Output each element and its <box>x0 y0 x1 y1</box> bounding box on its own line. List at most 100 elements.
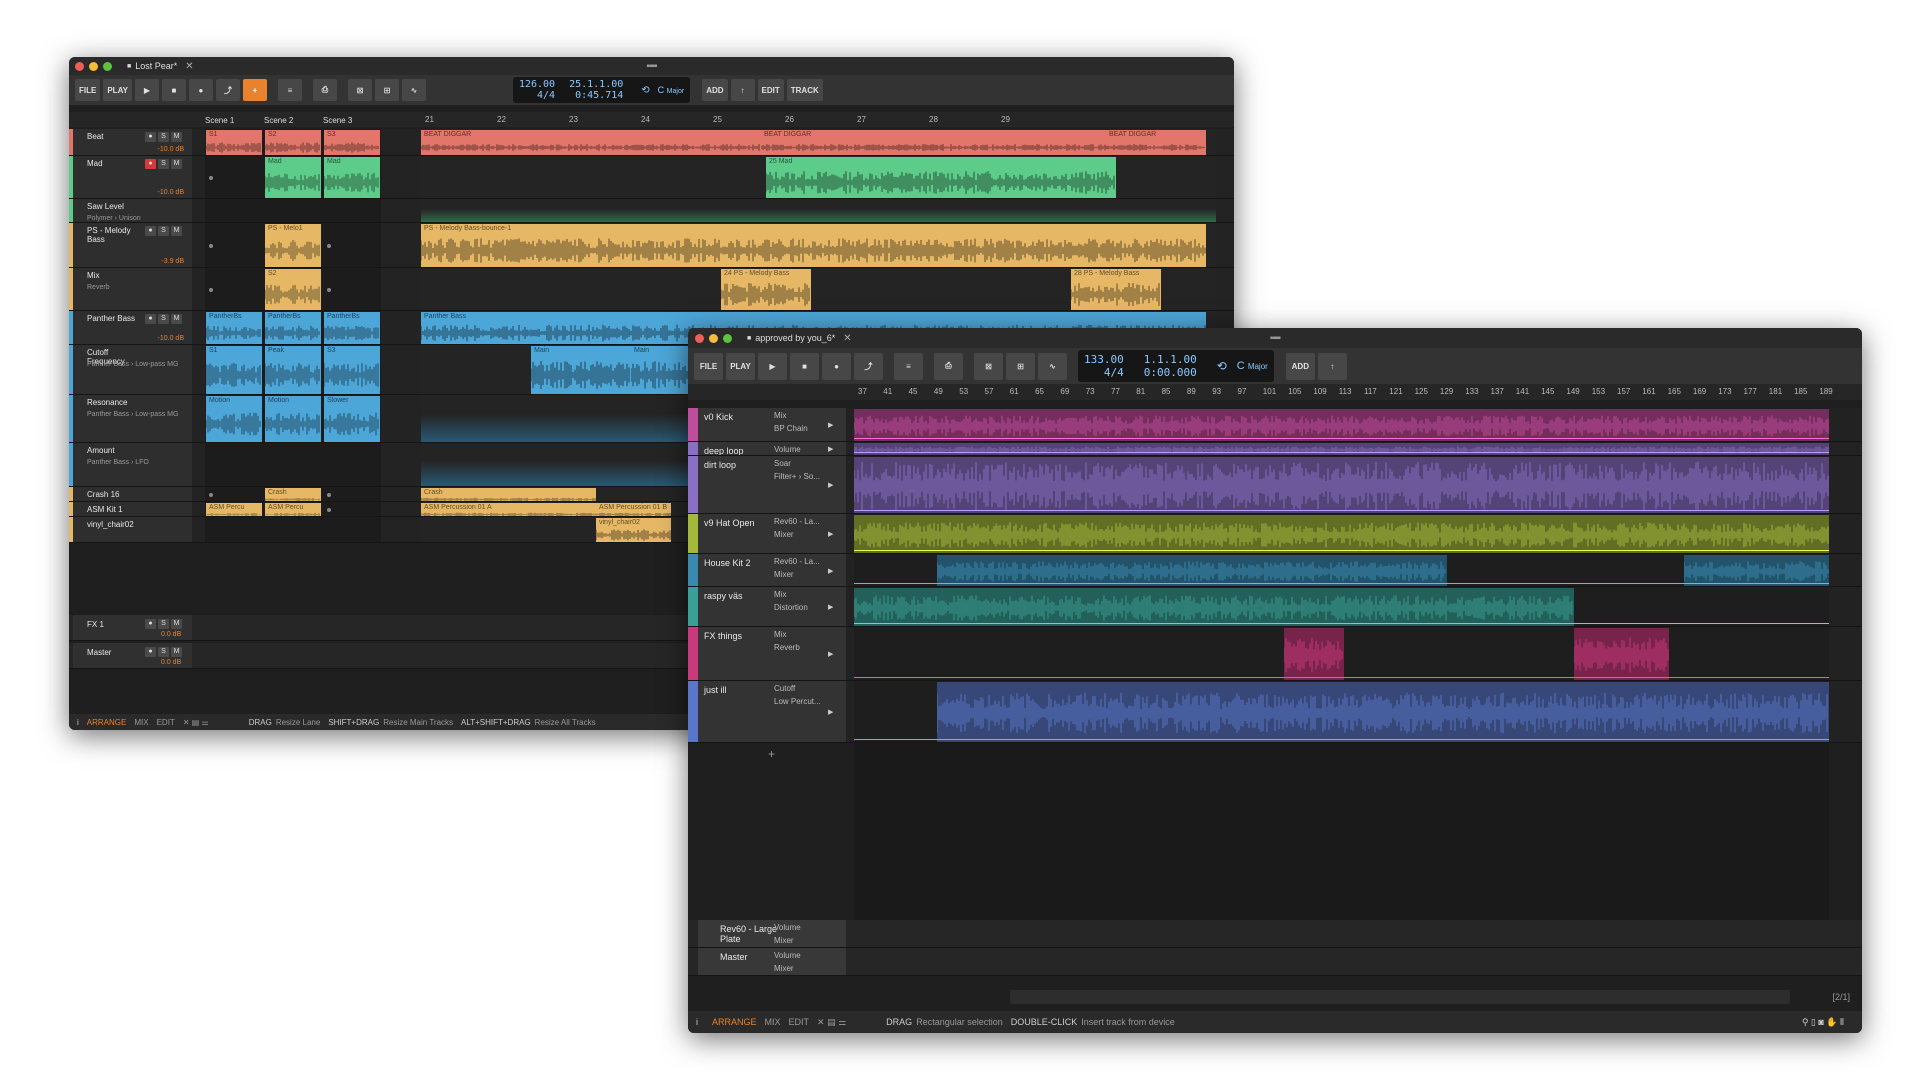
arranger-clip[interactable]: 25 Mad <box>766 157 1116 198</box>
chevron-right-icon[interactable]: ▶ <box>828 603 833 611</box>
track-volume[interactable]: 0.0 dB <box>161 631 181 638</box>
file-button[interactable]: FILE <box>694 352 723 380</box>
track-param-1[interactable]: Rev60 - La... <box>774 556 820 567</box>
track-header[interactable]: raspy väs Mix Distortion ▶ <box>698 587 846 626</box>
track-param-1[interactable]: Soar <box>774 458 791 469</box>
minimize-dot[interactable] <box>709 333 718 343</box>
empty-slot-dot[interactable] <box>327 492 331 497</box>
add-orange-icon[interactable]: + <box>242 79 267 101</box>
track-param-1[interactable]: Rev60 - La... <box>774 516 820 527</box>
chevron-right-icon[interactable]: ▶ <box>828 481 833 489</box>
track-param-2[interactable]: Distortion <box>774 602 808 613</box>
clip-launcher-row[interactable]: Motion Motion Slower <box>205 395 381 442</box>
track-param-1[interactable]: Volume <box>774 950 801 961</box>
arranger-lane[interactable] <box>854 442 1829 455</box>
close-dot[interactable] <box>75 61 84 71</box>
front-track-row[interactable]: deep loop Volume ▶ <box>688 442 1862 456</box>
pointer-icon[interactable]: ↑ <box>730 79 755 101</box>
automation-line[interactable] <box>854 677 1829 678</box>
track-param-1[interactable]: Volume <box>774 922 801 933</box>
empty-slot-dot[interactable] <box>327 287 331 292</box>
launcher-clip[interactable]: Motion <box>265 396 321 442</box>
close-tab-icon[interactable]: ✕ <box>843 333 851 344</box>
track-header[interactable]: vinyl_chair02 <box>73 517 192 542</box>
arranger-lane[interactable] <box>854 627 1829 680</box>
track-header[interactable]: Mix Reverb <box>73 268 192 310</box>
launcher-clip[interactable]: S3 <box>324 346 380 394</box>
track-header[interactable]: Mad ● S M -10.0 dB <box>73 156 192 198</box>
arranger-lane[interactable] <box>854 456 1829 513</box>
panel-icons[interactable]: ✕ ▤ ⚌ <box>817 1017 846 1028</box>
clip-launcher-row[interactable]: Crash <box>205 487 381 501</box>
track-param-2[interactable]: Mixer <box>774 963 794 974</box>
clip-launcher-row[interactable]: S1 S2 S3 <box>205 129 381 155</box>
front-master-track[interactable]: Master Volume Mixer <box>688 948 1862 976</box>
launcher-clip[interactable]: PS - Melo1 <box>265 224 321 267</box>
track-header[interactable]: Cutoff Frequency Panther Bass › Low-pass … <box>73 345 192 394</box>
arranger-clip[interactable]: BEAT DIGGAR <box>421 130 761 155</box>
edit-tab[interactable]: EDIT <box>789 1017 810 1027</box>
empty-slot-dot[interactable] <box>209 287 213 292</box>
play-icon[interactable]: ▶ <box>134 79 159 101</box>
printer-icon[interactable]: ⎙ <box>934 352 963 380</box>
track-volume[interactable]: -10.0 dB <box>158 146 184 153</box>
launcher-clip[interactable]: PantherBs <box>324 312 380 344</box>
empty-slot-dot[interactable] <box>327 507 331 512</box>
launcher-clip[interactable]: Mad <box>265 157 321 198</box>
launcher-clip[interactable]: S3 <box>324 130 380 155</box>
track-header[interactable]: deep loop Volume ▶ <box>698 442 846 455</box>
chevron-right-icon[interactable]: ▶ <box>828 445 833 453</box>
track-header[interactable]: dirt loop Soar Filter+ › So... ▶ <box>698 456 846 513</box>
launcher-clip[interactable]: Slower <box>324 396 380 442</box>
edit-tab[interactable]: EDIT <box>157 718 175 727</box>
launcher-clip[interactable]: ASM Percu <box>265 503 321 516</box>
track-volume[interactable]: -10.0 dB <box>158 335 184 342</box>
arranger-clip[interactable]: ASM Percussion 01 B <box>596 503 671 516</box>
close-dot[interactable] <box>695 333 704 343</box>
close-tab-icon[interactable]: ✕ <box>185 61 193 72</box>
automation-line[interactable] <box>854 583 1829 584</box>
scene-2-header[interactable]: Scene 2 <box>264 116 293 125</box>
solo-button[interactable]: S <box>158 159 169 169</box>
add-track-icon[interactable]: + <box>768 747 775 761</box>
back-track-row[interactable]: PS - Melody Bass ● S M -3.9 dB PS - Melo1 PS -… <box>69 223 1234 268</box>
layer-icon[interactable]: ≡ <box>277 79 302 101</box>
record-arm-button[interactable]: ● <box>145 647 156 657</box>
project-tab[interactable]: ■ Lost Pear* ✕ <box>127 61 194 72</box>
clip-launcher-row[interactable] <box>205 199 381 222</box>
launcher-clip[interactable]: Peak <box>265 346 321 394</box>
scene-3-header[interactable]: Scene 3 <box>323 116 352 125</box>
arranger-clip[interactable]: 28 PS - Melody Bass <box>1071 269 1161 310</box>
front-track-row[interactable]: v0 Kick Mix BP Chain ▶ <box>688 408 1862 442</box>
overview-scrollbar[interactable] <box>1010 990 1790 1004</box>
record-arm-button[interactable]: ● <box>145 619 156 629</box>
add-button[interactable]: ADD <box>702 79 728 101</box>
track-header[interactable]: ASM Kit 1 <box>73 502 192 516</box>
key-readout[interactable]: C Major <box>1237 360 1268 372</box>
arranger-clip[interactable]: 24 PS - Melody Bass <box>721 269 811 310</box>
info-icon[interactable]: i <box>696 1017 698 1027</box>
empty-slot-dot[interactable] <box>327 243 331 248</box>
arranger-lane[interactable]: 25 Mad <box>421 156 1216 198</box>
front-track-row[interactable]: raspy väs Mix Distortion ▶ <box>688 587 1862 627</box>
mute-button[interactable]: M <box>171 159 182 169</box>
track-header[interactable]: Panther Bass ● S M -10.0 dB <box>73 311 192 344</box>
clip-launcher-row[interactable]: S1 Peak S3 <box>205 345 381 394</box>
play-icon[interactable]: ▶ <box>758 352 787 380</box>
track-param-2[interactable]: Filter+ › So... <box>774 471 820 482</box>
arranger-lane[interactable] <box>854 554 1829 586</box>
loop-icon[interactable]: ⟲ <box>641 85 649 96</box>
add-button[interactable]: ADD <box>1285 352 1315 380</box>
front-transport[interactable]: 133.00 4/4 1.1.1.00 0:00.000 ⟲ C Major <box>1078 350 1274 382</box>
launcher-clip[interactable]: Crash <box>265 488 321 501</box>
track-header[interactable]: Amount Panther Bass › LFO <box>73 443 192 486</box>
grid-icon[interactable]: ⊞ <box>1006 352 1035 380</box>
record-arm-button[interactable]: ● <box>145 159 156 169</box>
solo-button[interactable]: S <box>158 647 169 657</box>
layer-icon[interactable]: ≡ <box>894 352 923 380</box>
chevron-right-icon[interactable]: ▶ <box>828 530 833 538</box>
track-header[interactable]: v0 Kick Mix BP Chain ▶ <box>698 408 846 441</box>
launcher-clip[interactable]: ASM Percu <box>206 503 262 516</box>
track-button[interactable]: TRACK <box>786 79 823 101</box>
arranger-lane[interactable] <box>854 514 1829 553</box>
